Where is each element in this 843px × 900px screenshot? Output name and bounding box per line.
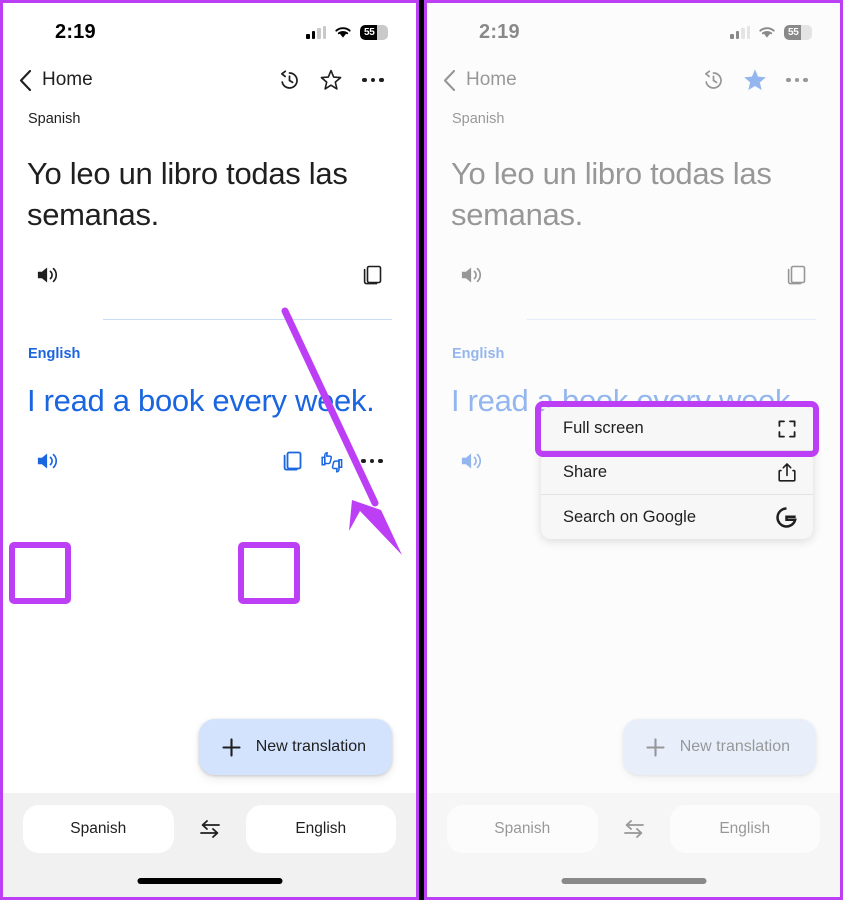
new-translation-label: New translation [255,738,366,755]
copy-icon [283,451,302,471]
overflow-menu: Full screen Share Search on Google [541,407,813,539]
copy-icon [363,265,382,285]
swap-horizontal-icon [199,820,220,838]
app-screen-left: 2:19 55 Home Spanish Yo leo un libro tod… [3,3,416,897]
battery-level: 55 [364,26,375,38]
more-horizontal-icon [361,458,383,464]
favorite-button[interactable] [310,59,352,101]
source-action-row [27,253,392,297]
menu-item-full-screen[interactable]: Full screen [541,407,813,451]
chevron-left-icon [19,69,32,91]
target-language-button[interactable]: English [245,805,396,853]
plus-icon [222,737,241,757]
source-language-label: Spanish [28,111,81,127]
target-language-label: English [28,346,81,362]
menu-item-label: Full screen [563,419,644,437]
new-translation-button[interactable]: New translation [198,719,392,775]
app-bar: Home [3,55,416,105]
history-button[interactable] [268,59,310,101]
menu-item-label: Search on Google [563,507,697,526]
source-listen-button[interactable] [27,255,67,295]
menu-item-search-on-google[interactable]: Search on Google [541,495,813,539]
fab-zone: New translation [27,483,392,793]
volume-up-icon [37,267,57,283]
swap-languages-button[interactable] [184,805,236,853]
back-label: Home [42,69,93,90]
signal-bars-icon [306,25,326,39]
status-bar: 2:19 55 [3,3,416,55]
share-icon [778,463,796,482]
screenshot-stage: 2:19 55 Home Spanish Yo leo un libro tod… [0,0,843,900]
status-time: 2:19 [55,20,96,43]
target-more-button[interactable] [352,441,392,481]
source-text: Yo leo un libro todas las semanas. [27,156,348,232]
phone-screenshot-left: 2:19 55 Home Spanish Yo leo un libro tod… [0,0,419,900]
home-indicator [137,878,282,884]
wifi-icon [335,27,351,38]
menu-item-label: Share [563,463,608,481]
feedback-button[interactable] [312,441,352,481]
more-horizontal-icon [362,77,384,83]
translation-card: Spanish Yo leo un libro todas las semana… [3,105,416,793]
source-copy-button[interactable] [352,255,392,295]
volume-up-icon [37,453,57,469]
google-g-icon [776,506,797,528]
history-icon [280,69,298,89]
star-outline-icon [320,69,342,90]
back-button[interactable]: Home [13,65,99,95]
target-copy-button[interactable] [272,441,312,481]
source-language-button[interactable]: Spanish [23,805,174,853]
phone-screenshot-right: 2:19 55 [424,0,843,900]
target-text: I read a book every week. [27,383,375,418]
target-action-row [27,439,392,483]
menu-item-share[interactable]: Share [541,451,813,495]
fullscreen-icon [778,420,796,437]
target-listen-button[interactable] [27,441,67,481]
overflow-menu-button[interactable] [352,59,394,101]
battery-icon: 55 [360,24,388,40]
thumbs-up-down-icon [321,452,343,473]
status-indicators: 55 [306,24,388,40]
app-screen-right: 2:19 55 [427,3,840,897]
